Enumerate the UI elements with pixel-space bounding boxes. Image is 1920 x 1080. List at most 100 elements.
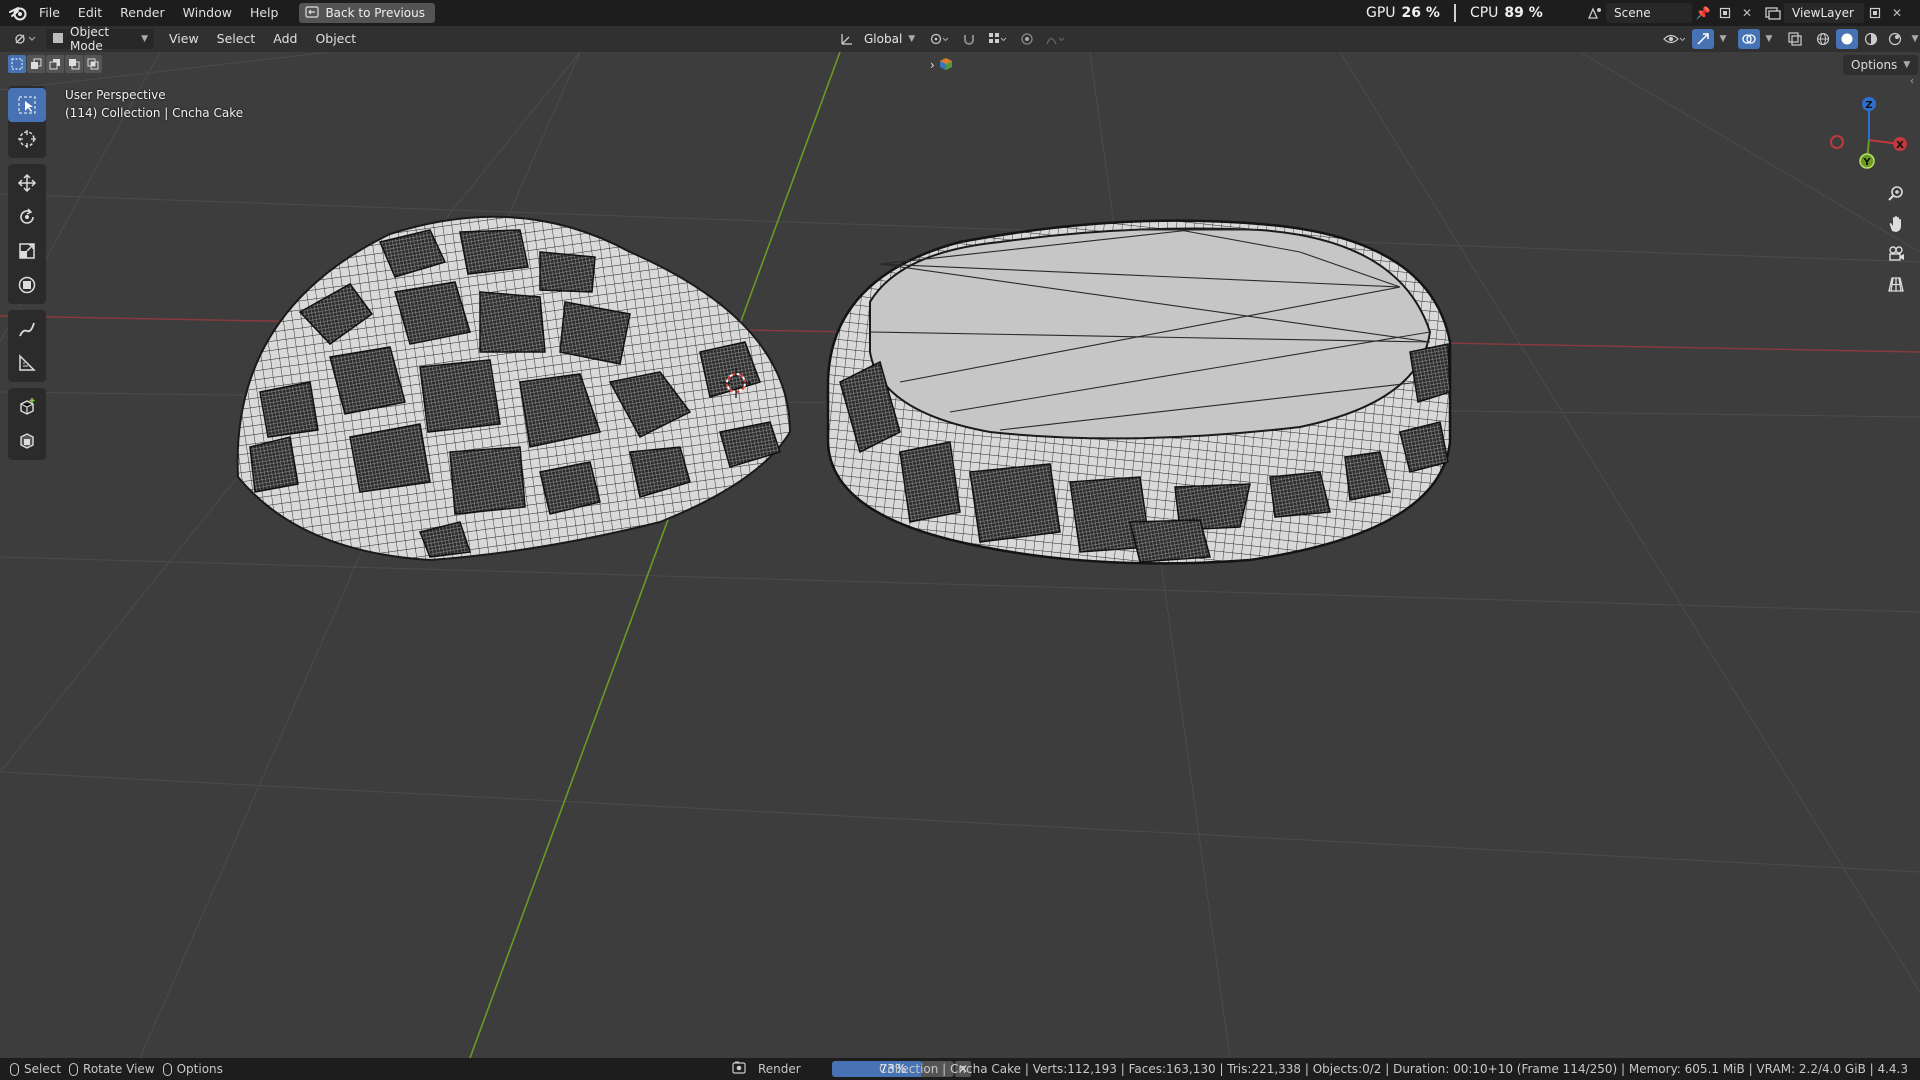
menu-add[interactable]: Add <box>264 28 306 50</box>
blender-logo-icon[interactable] <box>6 1 30 25</box>
transform-tools-group: Global ▼ <box>836 29 1070 49</box>
scale-tool[interactable] <box>8 234 46 268</box>
chevron-down-icon: ▼ <box>1903 60 1911 70</box>
scene-name-field[interactable]: Scene <box>1606 3 1692 23</box>
selection-mode-buttons <box>8 55 102 73</box>
visibility-selectability-icon[interactable] <box>1660 29 1690 49</box>
mouse-left-icon <box>10 1062 19 1076</box>
new-scene-icon[interactable] <box>1714 3 1736 23</box>
hint-options-label: Options <box>176 1062 223 1076</box>
add-primitive-tool[interactable] <box>8 424 46 458</box>
select-intersect-icon[interactable] <box>84 55 102 73</box>
hint-rotate: Rotate View <box>69 1062 155 1076</box>
snap-target-icon[interactable] <box>984 29 1012 49</box>
object-mode-dropdown[interactable]: Object Mode ▼ <box>46 25 154 53</box>
gpu-gizmo-icon[interactable] <box>939 57 953 74</box>
editor-type-icon[interactable] <box>10 29 40 49</box>
overlays-dropdown-icon[interactable]: ▼ <box>1762 29 1776 49</box>
cpu-value: 89 % <box>1504 5 1543 21</box>
chevron-down-icon: ▼ <box>141 34 148 44</box>
menu-edit[interactable]: Edit <box>69 2 111 24</box>
scene-statistics: Collection | Cncha Cake | Verts:112,193 … <box>879 1062 1908 1076</box>
scene-name: Scene <box>1614 6 1651 20</box>
chevron-right-icon[interactable]: › <box>930 58 935 72</box>
floor-grid <box>0 52 1920 1058</box>
scene-icon[interactable] <box>1584 3 1606 23</box>
view-layer-field[interactable]: ViewLayer <box>1784 3 1864 23</box>
select-box-tool[interactable] <box>8 88 46 122</box>
transform-orientation-label: Global <box>864 32 903 46</box>
gizmos-toggle-icon[interactable] <box>1692 29 1714 49</box>
select-extend-icon[interactable] <box>27 55 45 73</box>
shading-dropdown-icon[interactable]: ▼ <box>1908 29 1920 49</box>
menu-object[interactable]: Object <box>306 28 365 50</box>
sidebar-toggle-icon[interactable]: ‹ <box>1910 76 1914 87</box>
solid-shading-icon[interactable] <box>1836 29 1858 49</box>
view-layer-icon[interactable] <box>1762 3 1784 23</box>
scene-selector[interactable]: Scene 📌 ✕ <box>1584 3 1758 23</box>
proportional-falloff-icon[interactable] <box>1042 29 1070 49</box>
object-mode-icon <box>52 32 64 47</box>
3d-viewport[interactable]: › Options ▼ User Perspective (114) Colle… <box>0 52 1920 1058</box>
delete-view-layer-icon[interactable]: ✕ <box>1886 3 1908 23</box>
select-new-icon[interactable] <box>8 55 26 73</box>
move-tool[interactable] <box>8 166 46 200</box>
cpu-label: CPU <box>1469 5 1499 21</box>
transform-orientation-dropdown[interactable]: Global ▼ <box>862 29 922 49</box>
select-subtract-icon[interactable] <box>46 55 64 73</box>
hint-select-label: Select <box>24 1062 62 1076</box>
hint-options: Options <box>162 1062 223 1076</box>
annotate-tool[interactable] <box>8 312 46 346</box>
mouse-middle-icon <box>69 1062 79 1076</box>
view-layer-name: ViewLayer <box>1792 6 1854 20</box>
proportional-editing-icon[interactable] <box>1016 29 1038 49</box>
gizmo-y-label: Y <box>1862 157 1871 168</box>
gizmos-dropdown-icon[interactable]: ▼ <box>1716 29 1730 49</box>
cake-mesh-object[interactable] <box>826 219 1452 565</box>
back-icon <box>305 5 320 21</box>
menu-render[interactable]: Render <box>111 2 174 24</box>
wireframe-shading-icon[interactable] <box>1812 29 1834 49</box>
pivot-point-icon[interactable] <box>926 29 954 49</box>
dome-mesh-object[interactable] <box>236 215 792 562</box>
overlays-toggle-icon[interactable] <box>1738 29 1760 49</box>
delete-scene-icon[interactable]: ✕ <box>1736 3 1758 23</box>
menu-view[interactable]: View <box>160 28 208 50</box>
collection-info: (114) Collection | Cncha Cake <box>65 106 244 120</box>
pin-icon[interactable]: 📌 <box>1692 3 1714 23</box>
viewport-shading-group: ▼ ▼ ▼ <box>1660 29 1920 49</box>
camera-view-icon[interactable] <box>1881 240 1911 268</box>
material-preview-icon[interactable] <box>1860 29 1882 49</box>
rotate-tool[interactable] <box>8 200 46 234</box>
menu-window[interactable]: Window <box>174 2 241 24</box>
view-layer-selector[interactable]: ViewLayer ✕ <box>1762 3 1908 23</box>
select-invert-icon[interactable] <box>65 55 83 73</box>
options-dropdown[interactable]: Options ▼ <box>1843 55 1919 75</box>
new-view-layer-icon[interactable] <box>1864 3 1886 23</box>
xray-toggle-icon[interactable] <box>1784 29 1806 49</box>
render-job: Render <box>732 1058 801 1080</box>
add-cube-tool[interactable] <box>8 390 46 424</box>
menu-help[interactable]: Help <box>241 2 288 24</box>
menu-select[interactable]: Select <box>208 28 265 50</box>
mouse-right-icon <box>162 1062 172 1076</box>
top-menu-bar: File Edit Render Window Help Back to Pre… <box>0 0 1920 26</box>
cursor-tool[interactable] <box>8 122 46 156</box>
render-job-icon <box>732 1061 746 1077</box>
zoom-icon[interactable] <box>1881 180 1911 208</box>
gpu-label: GPU <box>1366 5 1396 21</box>
perf-divider <box>1453 4 1456 22</box>
measure-tool[interactable] <box>8 346 46 380</box>
hint-rotate-label: Rotate View <box>83 1062 155 1076</box>
options-label: Options <box>1851 58 1898 72</box>
menu-file[interactable]: File <box>30 2 69 24</box>
perspective-toggle-icon[interactable] <box>1881 270 1911 298</box>
snap-toggle-icon[interactable] <box>958 29 980 49</box>
gizmo-z-label: Z <box>1865 100 1872 111</box>
back-to-previous-button[interactable]: Back to Previous <box>299 3 435 23</box>
navigation-gizmo[interactable]: Z X Y <box>1815 92 1915 182</box>
viewport-scene[interactable] <box>0 52 1920 1058</box>
rendered-shading-icon[interactable] <box>1884 29 1906 49</box>
pan-hand-icon[interactable] <box>1881 210 1911 238</box>
transform-tool[interactable] <box>8 268 46 302</box>
